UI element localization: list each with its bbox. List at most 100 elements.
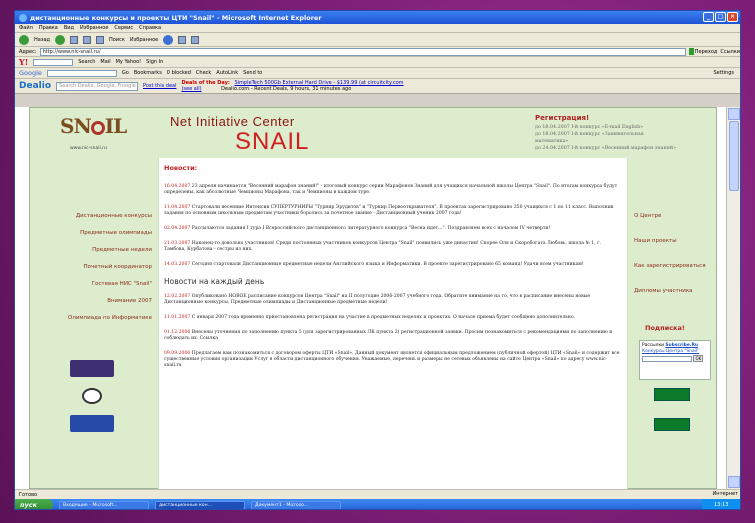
scroll-up-arrow[interactable] <box>728 108 740 120</box>
snail-site: SN IL www.nic-snail.ru Net Initiative Cen… <box>29 107 717 489</box>
nav-projects[interactable]: Наши проекты <box>628 233 718 258</box>
nav-guestbook[interactable]: Гостевая НИС "Snail" <box>30 276 158 293</box>
daily-news-item: 12.02.2007 Опубликовано НОВОЕ расписание… <box>164 294 591 305</box>
menu-edit[interactable]: Правка <box>39 25 58 31</box>
site-header: SN IL www.nic-snail.ru Net Initiative Cen… <box>30 108 718 158</box>
daily-news-item: 09.09.2006 Предлагаем вам познакомиться … <box>164 351 620 368</box>
registration-line: до 18.04.2007 I-й конкурс «E-mail Englis… <box>535 125 644 130</box>
right-navigation: О Центре Наши проекты Как зарегистрирова… <box>628 208 718 308</box>
taskbar-item-outlook[interactable]: Входящие - Microsoft... <box>59 500 149 509</box>
nav-subject-olympiads[interactable]: Предметные олимпиады <box>30 225 158 242</box>
google-bookmarks-button[interactable]: Bookmarks <box>134 70 162 76</box>
news-heading: Новости: <box>164 164 198 172</box>
vertical-scrollbar[interactable] <box>726 107 740 489</box>
go-button[interactable]: Переход <box>689 47 718 56</box>
yahoo-mail-button[interactable]: Mail <box>100 59 110 65</box>
go-arrow-icon <box>689 48 694 55</box>
registration-title[interactable]: Регистрация! <box>535 114 715 122</box>
forward-arrow-icon[interactable] <box>55 34 66 45</box>
deal-link-2[interactable]: Dealio.com - Recent Deals, 9 hours, 31 m… <box>221 86 351 92</box>
menu-file[interactable]: Файл <box>19 25 33 31</box>
deals-of-the-day: Deals of the Day: SimpleTech 500Gb Exter… <box>181 80 403 92</box>
ie-icon <box>19 13 27 22</box>
start-button[interactable]: пуск <box>15 499 53 509</box>
menu-bar: Файл Правка Вид Избранное Сервис Справка <box>15 24 740 33</box>
news-item: 21.03.2007 Наконец-то довольно участнико… <box>164 241 601 252</box>
nav-honorary-coordinator[interactable]: Почетный координатор <box>30 259 158 276</box>
subscribe-service-link[interactable]: Subscribe.Ru <box>665 343 698 348</box>
counter-badge-1[interactable] <box>654 388 690 401</box>
google-settings-button[interactable]: Settings <box>713 70 734 76</box>
address-bar: Адрес: http://www.nic-snail.ru/ Переход … <box>15 47 740 57</box>
window-title: дистанционные конкурсы и проекты ЦТИ "Sn… <box>30 13 322 22</box>
partner-logo-1[interactable] <box>70 360 114 377</box>
yahoo-search-input[interactable] <box>33 58 74 66</box>
partner-logo-2[interactable] <box>82 388 102 404</box>
menu-help[interactable]: Справка <box>139 25 161 31</box>
snail-logo[interactable]: SN IL <box>60 114 130 144</box>
google-logo[interactable]: Google <box>19 69 42 77</box>
home-icon[interactable] <box>96 35 105 44</box>
dealio-search-input[interactable]: Search Dealio, Google, Froogle <box>56 81 139 91</box>
refresh-icon[interactable] <box>83 35 92 44</box>
nav-subject-weeks[interactable]: Предметные недели <box>30 242 158 259</box>
maximize-button[interactable]: □ <box>715 12 726 22</box>
popup-blocked-counter[interactable]: 0 blocked <box>167 70 191 76</box>
stop-icon[interactable] <box>70 35 79 44</box>
nav-about[interactable]: О Центре <box>628 208 718 233</box>
subscribe-email-input[interactable] <box>642 355 692 362</box>
yahoo-search-button[interactable]: Search <box>78 59 95 65</box>
scrollbar-thumb[interactable] <box>729 121 739 191</box>
links-label[interactable]: Ссылки <box>720 49 740 55</box>
registration-line: до 24.04.2007 I-й конкурс «Весенний мара… <box>535 146 677 151</box>
nav-attention-2007[interactable]: Внимание 2007 <box>30 293 158 310</box>
menu-favorites[interactable]: Избранное <box>80 25 108 31</box>
daily-news-heading: Новости на каждый день <box>164 277 265 286</box>
nav-how-to-register[interactable]: Как зарегистрироваться <box>628 258 718 283</box>
news-column: Новости: 16.04.2007 23 апреля начинается… <box>158 158 628 489</box>
close-button[interactable]: × <box>727 12 738 22</box>
menu-view[interactable]: Вид <box>64 25 74 31</box>
status-text: Готово <box>19 491 38 498</box>
snail-title: SNAIL <box>235 128 310 155</box>
address-input[interactable]: http://www.nic-snail.ru/ <box>39 47 687 56</box>
registration-line: до 18.04.2007 I-й конкурс «Занимательная <box>535 132 644 137</box>
see-all-deals-link[interactable]: (see all) <box>181 86 201 92</box>
back-button-label[interactable]: Назад <box>34 37 50 43</box>
menu-tools[interactable]: Сервис <box>114 25 133 31</box>
history-icon[interactable] <box>163 34 174 45</box>
taskbar-item-word[interactable]: Документ1 - Microso... <box>251 500 341 509</box>
counter-badge-2[interactable] <box>654 418 690 431</box>
search-button[interactable]: Поиск <box>109 37 125 43</box>
browser-window: дистанционные конкурсы и проекты ЦТИ "Sn… <box>14 10 741 510</box>
nav-diplomas[interactable]: Дипломы участника <box>628 283 718 308</box>
subscribe-ok-button[interactable]: OK <box>693 355 704 362</box>
minimize-button[interactable]: _ <box>703 12 714 22</box>
nav-informatics-olympiad[interactable]: Олимпиада по Информатике <box>30 310 158 327</box>
my-yahoo-button[interactable]: My Yahoo! <box>116 59 142 65</box>
dealio-logo[interactable]: Dealio <box>19 81 51 91</box>
google-check-button[interactable]: Check <box>196 70 211 76</box>
google-search-input[interactable] <box>46 69 117 77</box>
google-sendto-button[interactable]: Send to <box>243 70 262 76</box>
partner-logos <box>70 360 130 443</box>
yahoo-logo[interactable]: Y! <box>19 57 28 67</box>
google-go-button[interactable]: Go <box>122 70 129 76</box>
registration-line: математика» <box>535 139 569 144</box>
favorites-button[interactable]: Избранное <box>130 37 158 43</box>
news-item: 14.03.2007 Сегодня стартовали Дистанцион… <box>164 262 584 267</box>
taskbar-item-ie[interactable]: дистанционные кон... <box>155 500 245 509</box>
subscribe-label: Рассылки <box>642 343 664 348</box>
google-toolbar: Google Go Bookmarks 0 blocked Check Auto… <box>15 68 740 79</box>
mail-icon[interactable] <box>178 35 187 44</box>
standard-toolbar: Назад Поиск Избранное <box>15 33 740 47</box>
google-autolink-button[interactable]: AutoLink <box>216 70 238 76</box>
yahoo-sign-in-button[interactable]: Sign In <box>146 59 163 65</box>
nav-distance-contests[interactable]: Дистанционные конкурсы <box>30 208 158 225</box>
post-deal-link[interactable]: Post this deal <box>143 83 176 89</box>
dealio-toolbar: Dealio Search Dealio, Google, Froogle Po… <box>15 79 740 94</box>
print-icon[interactable] <box>191 35 200 44</box>
partner-logo-3[interactable] <box>70 415 114 432</box>
back-arrow-icon[interactable] <box>19 34 29 45</box>
scroll-down-arrow[interactable] <box>728 476 740 488</box>
